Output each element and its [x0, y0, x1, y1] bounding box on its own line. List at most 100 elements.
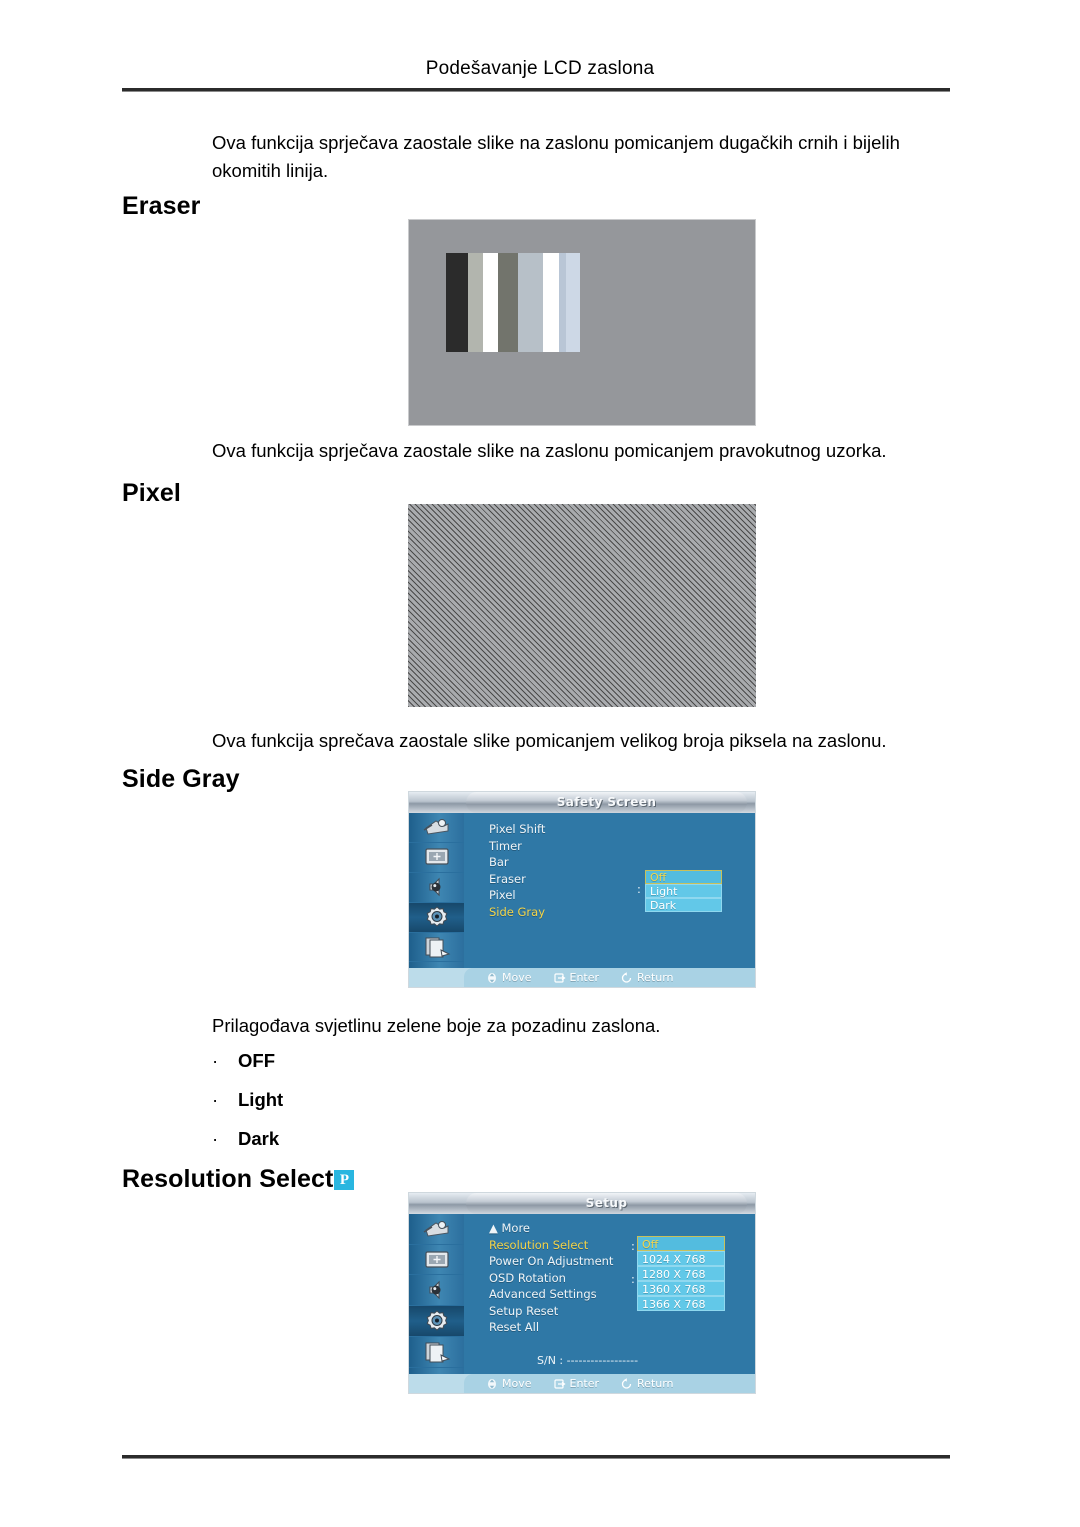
osd-menu-item[interactable]: Setup Reset: [489, 1303, 659, 1320]
osd-rail-item-multi-control[interactable]: [409, 1337, 464, 1368]
osd-serial-number: S/N : ------------------: [537, 1354, 639, 1367]
osd-footer-item[interactable]: Return: [621, 971, 674, 984]
eraser-bar: [483, 253, 498, 352]
osd-option-list: Off 1024 X 768 1280 X 768 1360 X 768 1366 X …: [637, 1236, 725, 1311]
bullet-label: OFF: [238, 1050, 275, 1071]
osd-footer-label: Return: [637, 1377, 674, 1390]
bullet-item-dark: · Dark: [212, 1128, 279, 1150]
osd-footer-label: Move: [502, 971, 532, 984]
osd-footer-item[interactable]: Enter: [553, 971, 600, 984]
picture-icon: [423, 819, 448, 835]
osd-option-item[interactable]: 1280 X 768: [637, 1266, 725, 1281]
osd-menu-item-more[interactable]: ▲ More: [489, 1220, 659, 1237]
bullet-item-light: · Light: [212, 1089, 283, 1111]
side-gray-description: Prilagođava svjetlinu zelene boje za poz…: [212, 1015, 661, 1036]
osd-footer-items: Move Enter Return: [464, 1374, 755, 1393]
setup-gear-icon: [426, 1310, 447, 1331]
document-page: Podešavanje LCD zaslona Ova funkcija spr…: [0, 0, 1080, 1527]
footer-divider: [122, 1455, 950, 1459]
header-divider: [122, 88, 950, 92]
heading-pixel: Pixel: [122, 479, 181, 507]
eraser-bar: [468, 253, 483, 352]
return-arrow-icon: [621, 971, 632, 983]
osd-icon-rail: [409, 1214, 464, 1393]
updown-arrow-icon: [488, 972, 496, 983]
osd-menu-item[interactable]: Eraser: [489, 871, 659, 888]
osd-menu-item[interactable]: Pixel Shift: [489, 821, 659, 838]
osd-value-separator-secondary: :: [631, 1272, 635, 1286]
eraser-description: Ova funkcija sprječava zaostale slike na…: [212, 440, 887, 461]
eraser-bar: [518, 253, 543, 352]
osd-menu-item[interactable]: Advanced Settings: [489, 1286, 659, 1303]
osd-rail-item-picture[interactable]: [409, 813, 464, 843]
osd-rail-item-multi-control[interactable]: [409, 933, 464, 963]
osd-footer-label: Enter: [569, 971, 600, 984]
eraser-bar-group: [446, 253, 580, 352]
setup-gear-icon: [426, 906, 447, 927]
osd-rail-item-sound[interactable]: [409, 873, 464, 903]
osd-rail-item-screen[interactable]: [409, 843, 464, 873]
osd-option-item[interactable]: Off: [637, 1236, 725, 1251]
osd-option-item[interactable]: 1366 X 768: [637, 1296, 725, 1311]
osd-icon-rail: [409, 813, 464, 987]
osd-menu-item[interactable]: Timer: [489, 838, 659, 855]
sound-icon: [428, 877, 440, 897]
bullet-label: Dark: [238, 1128, 280, 1149]
bullet-marker: ·: [212, 1089, 219, 1110]
picture-icon: [423, 1220, 448, 1237]
osd-footer-item[interactable]: Enter: [553, 1377, 599, 1390]
osd-option-item[interactable]: Dark: [645, 898, 722, 912]
bullet-item-off: · OFF: [212, 1050, 275, 1072]
osd-value-separator: :: [631, 1239, 635, 1253]
osd-body: Pixel Shift Timer Bar Eraser Pixel Side Gray …: [409, 813, 755, 987]
osd-option-list: Off Light Dark: [645, 870, 722, 912]
osd-rail-item-sound[interactable]: [409, 1275, 464, 1307]
page-header-title: Podešavanje LCD zaslona: [425, 58, 655, 79]
sound-icon: [428, 1280, 440, 1300]
osd-menu-item[interactable]: Reset All: [489, 1319, 659, 1336]
multi-control-icon: [425, 1342, 450, 1363]
osd-menu-item[interactable]: Bar: [489, 854, 659, 871]
osd-option-item[interactable]: Light: [645, 884, 722, 898]
eraser-bar: [543, 253, 559, 352]
heading-side-gray: Side Gray: [122, 765, 240, 793]
p-badge-icon: P: [334, 1170, 355, 1190]
osd-safety-screen-menu: Safety Screen Pixel Shift Timer Bar Eras…: [408, 791, 756, 988]
osd-footer-item[interactable]: Move: [486, 971, 532, 984]
osd-footer-item[interactable]: Return: [621, 1377, 674, 1390]
osd-footer-label: Move: [502, 1377, 532, 1390]
osd-menu-item[interactable]: Power On Adjustment: [489, 1253, 659, 1270]
screen-icon: [424, 1250, 449, 1268]
heading-resolution-select: Resolution Select P: [122, 1165, 355, 1194]
osd-setup-menu: Setup ▲ More Resolution Select Power On …: [408, 1192, 756, 1394]
intro-paragraph: Ova funkcija sprječava zaostale slike na…: [212, 132, 900, 181]
multi-control-icon: [425, 937, 450, 958]
enter-key-icon: [553, 1378, 566, 1389]
osd-title-label: Setup: [466, 1193, 747, 1214]
eraser-bar: [559, 253, 566, 352]
osd-menu-item[interactable]: Pixel: [489, 887, 659, 904]
osd-footer-bar: Move Enter Return: [409, 968, 755, 987]
osd-title-bar: Setup: [409, 1193, 755, 1214]
bullet-label: Light: [238, 1089, 284, 1110]
osd-option-item[interactable]: 1360 X 768: [637, 1281, 725, 1296]
return-arrow-icon: [621, 1377, 632, 1389]
osd-menu-item[interactable]: Side Gray: [489, 904, 659, 921]
pixel-description: Ova funkcija sprečava zaostale slike pom…: [212, 730, 887, 751]
osd-title-label: Safety Screen: [466, 792, 747, 813]
osd-option-item[interactable]: Off: [645, 870, 722, 884]
bullet-marker: ·: [212, 1128, 219, 1149]
eraser-bar: [566, 253, 580, 352]
osd-rail-item-screen[interactable]: [409, 1245, 464, 1276]
osd-footer-items: Move Enter Return: [464, 968, 755, 987]
enter-key-icon: [553, 972, 566, 983]
eraser-bar: [498, 253, 518, 352]
osd-rail-item-setup[interactable]: [409, 902, 464, 933]
osd-rail-item-setup[interactable]: [409, 1306, 464, 1337]
updown-arrow-icon: [488, 1378, 496, 1389]
osd-footer-item[interactable]: Move: [486, 1377, 532, 1390]
osd-value-separator: :: [637, 882, 641, 896]
osd-rail-item-picture[interactable]: [409, 1214, 464, 1245]
heading-resolution-select-label: Resolution Select: [122, 1165, 334, 1193]
osd-option-item[interactable]: 1024 X 768: [637, 1251, 725, 1266]
